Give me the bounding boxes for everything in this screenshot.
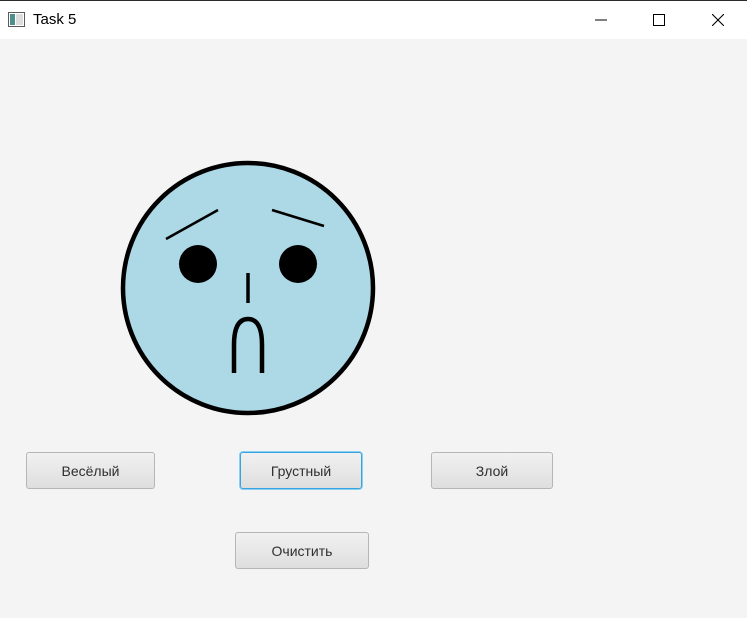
happy-button[interactable]: Весёлый [26, 452, 155, 489]
maximize-button[interactable] [630, 1, 688, 39]
canvas-area: Весёлый Грустный Злой Очистить [0, 39, 747, 618]
java-window-icon [8, 12, 25, 27]
clear-button[interactable]: Очистить [235, 532, 369, 569]
sad-face-drawing [120, 160, 376, 416]
window-title: Task 5 [33, 11, 77, 28]
right-eye [279, 245, 317, 283]
minimize-button[interactable] [572, 1, 630, 39]
close-icon [712, 14, 724, 26]
close-button[interactable] [689, 1, 747, 39]
left-eye [179, 245, 217, 283]
sad-button[interactable]: Грустный [240, 452, 362, 489]
angry-button[interactable]: Злой [431, 452, 553, 489]
maximize-icon [653, 14, 665, 26]
title-bar[interactable]: Task 5 [0, 1, 747, 39]
minimize-icon [595, 14, 607, 26]
